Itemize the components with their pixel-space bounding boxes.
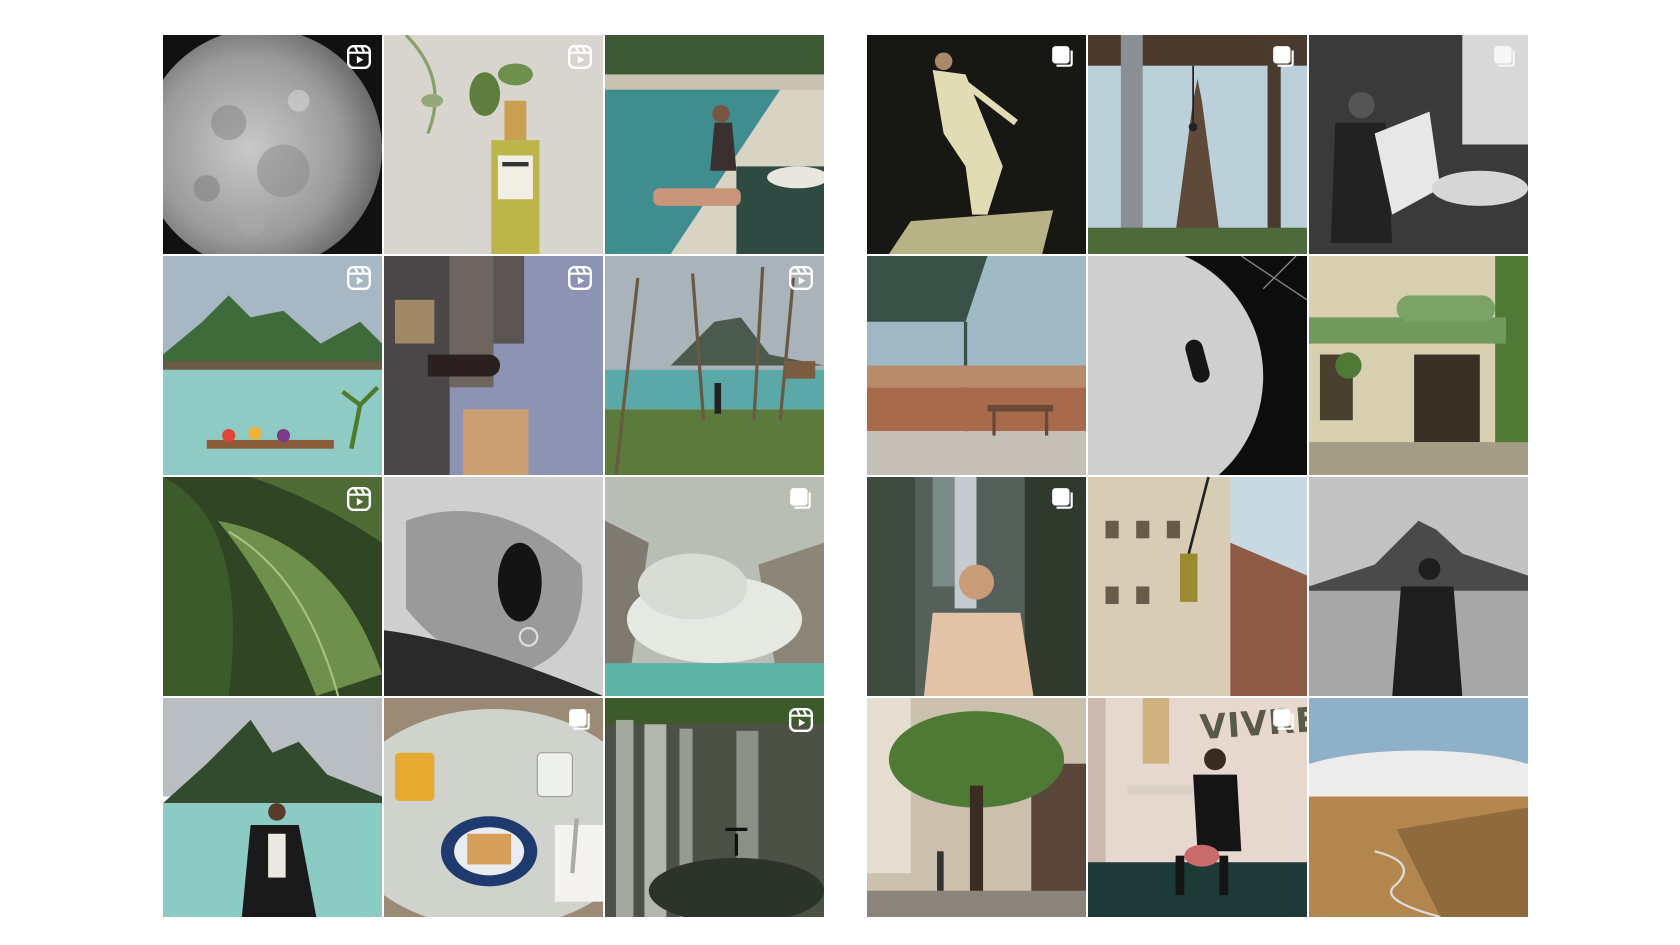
post-tile[interactable] (163, 698, 382, 917)
post-tile[interactable] (1088, 35, 1307, 254)
post-tile[interactable] (163, 477, 382, 696)
post-tile[interactable]: VIVRE (1088, 698, 1307, 917)
post-tile[interactable] (867, 477, 1086, 696)
post-image-building-traffic-light (1088, 477, 1307, 696)
post-image-woman-by-pool (605, 35, 824, 254)
post-image-silhouette-mountain (1309, 477, 1528, 696)
post-image-clouds-valley (1309, 698, 1528, 917)
post-tile[interactable] (867, 698, 1086, 917)
reel-icon (567, 44, 593, 70)
post-tile[interactable] (605, 477, 824, 696)
reel-icon (346, 486, 372, 512)
post-tile[interactable] (1088, 477, 1307, 696)
post-image-sunglasses-portrait (384, 477, 603, 696)
post-image-woman-at-lagoon (163, 698, 382, 917)
reel-icon (567, 265, 593, 291)
post-tile[interactable] (384, 35, 603, 254)
post-image-abstract-bw (1088, 256, 1307, 475)
post-tile[interactable] (1309, 698, 1528, 917)
post-tile[interactable] (384, 698, 603, 917)
reel-icon (788, 707, 814, 733)
reel-icon (788, 265, 814, 291)
carousel-icon (1271, 707, 1297, 733)
post-tile[interactable] (1309, 35, 1528, 254)
post-tile[interactable] (867, 35, 1086, 254)
carousel-icon (788, 486, 814, 512)
post-tile[interactable] (1309, 256, 1528, 475)
post-tile[interactable] (1309, 477, 1528, 696)
post-tile[interactable] (605, 698, 824, 917)
right-post-grid: VIVRE (867, 35, 1528, 917)
carousel-icon (1492, 44, 1518, 70)
reel-icon (346, 265, 372, 291)
post-tile[interactable] (163, 35, 382, 254)
carousel-icon (1271, 44, 1297, 70)
post-image-street-tree (867, 698, 1086, 917)
carousel-icon (1050, 486, 1076, 512)
post-tile[interactable] (605, 35, 824, 254)
left-post-grid (163, 35, 824, 917)
post-tile[interactable] (384, 477, 603, 696)
reel-icon (346, 44, 372, 70)
post-tile[interactable] (163, 256, 382, 475)
post-tile[interactable] (867, 256, 1086, 475)
post-tile[interactable] (605, 256, 824, 475)
post-tile[interactable] (1088, 256, 1307, 475)
carousel-icon (567, 707, 593, 733)
post-tile[interactable] (384, 256, 603, 475)
post-image-cafe (1309, 256, 1528, 475)
post-image-desert-shelter (867, 256, 1086, 475)
profile-page: VIVRE (0, 0, 1680, 945)
carousel-icon (1050, 44, 1076, 70)
